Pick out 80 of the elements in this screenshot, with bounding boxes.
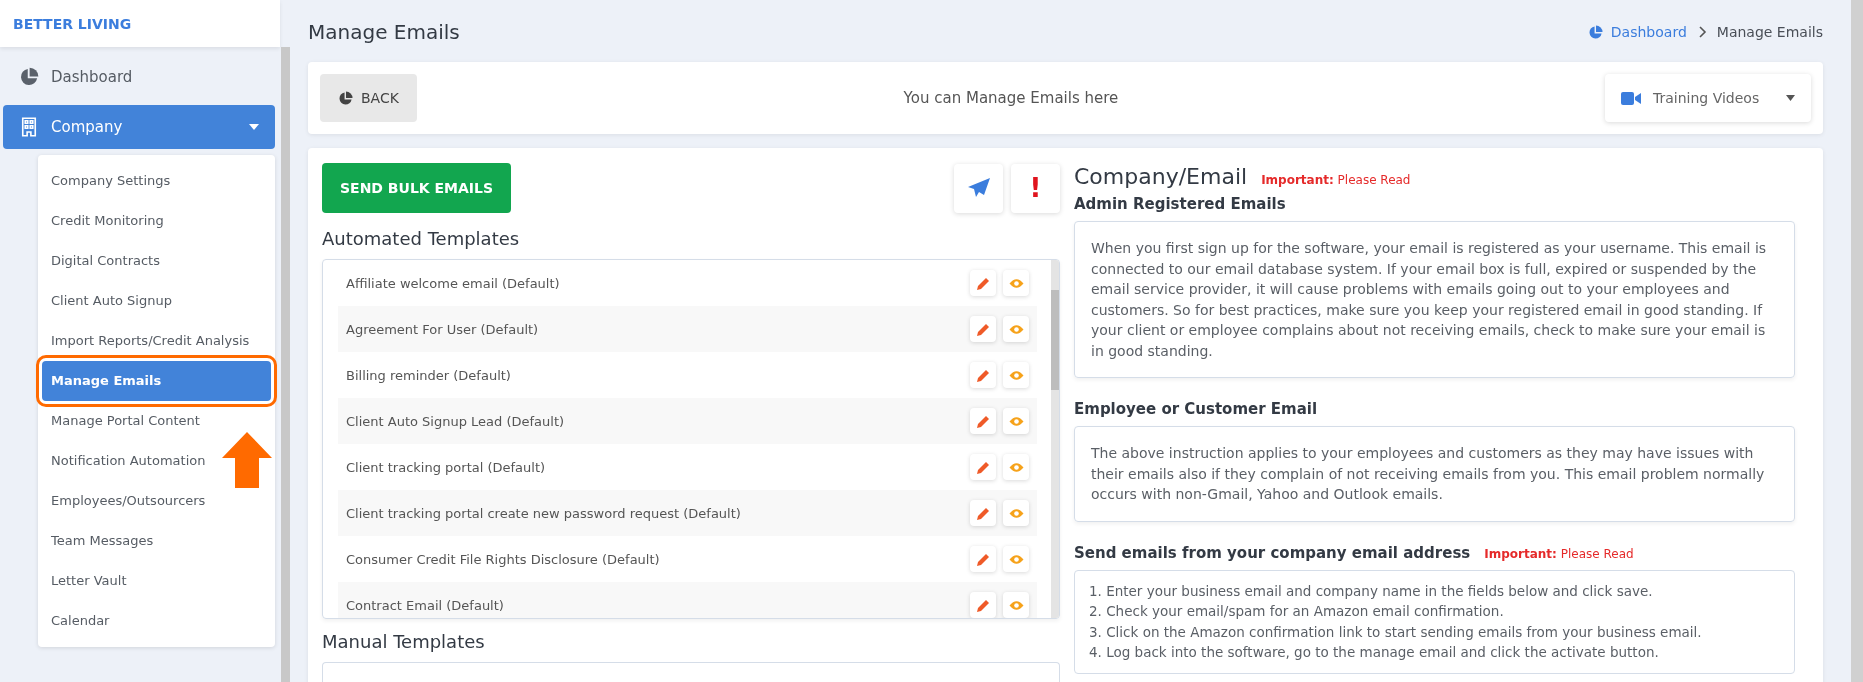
template-name: Contract Email (Default) — [346, 597, 505, 613]
template-name: Affiliate welcome email (Default) — [346, 275, 561, 291]
sidebar-item[interactable]: Dashboard — [3, 55, 275, 99]
paper-plane-icon — [967, 178, 990, 198]
pencil-icon — [975, 321, 991, 337]
pencil-icon — [975, 551, 991, 567]
pencil-icon — [975, 597, 991, 613]
edit-button[interactable] — [970, 408, 996, 434]
chevron-icon — [1696, 26, 1707, 38]
submenu-item[interactable]: Digital Contracts — [42, 241, 271, 281]
subsection-heading: Send emails from your company email address — [1074, 543, 1471, 562]
back-button[interactable]: BACK — [320, 74, 417, 122]
instruction-step: 3. Click on the Amazon confirmation link to start sending emails from your business email. — [1089, 621, 1780, 642]
arrow-icon — [222, 432, 272, 488]
section-heading: Automated Templates — [322, 228, 521, 249]
submenu-item[interactable]: Import Reports/Credit Analysis — [42, 321, 271, 361]
edit-button[interactable] — [970, 270, 996, 296]
template-name: Agreement For User (Default) — [346, 321, 540, 337]
edit-button[interactable] — [970, 500, 996, 526]
info-message: You can Manage Emails here — [902, 89, 1120, 107]
template-name: Client tracking portal create new password request (Default) — [346, 505, 742, 521]
view-button[interactable] — [1003, 362, 1029, 388]
brand-name[interactable]: BETTER LIVING — [13, 15, 132, 32]
sidebar-item[interactable]: Company — [3, 105, 275, 149]
info-text: When you first sign up for the software, your email is registered as your username. This email is connected to our email database system. If your email box is full, expired or suspended by the email service provider, it will cause problems with emails going out to your employees and customers. So for best practices, make sure you keep your registered email in good standing. If your client or employee complains about not receiving emails, check to make sure your email is in good standing. — [1074, 221, 1795, 378]
edit-button[interactable] — [970, 316, 996, 342]
important-note[interactable]: Important: Please Read — [1261, 173, 1411, 187]
view-button[interactable] — [1003, 408, 1029, 434]
view-button[interactable] — [1003, 500, 1029, 526]
subsection-heading: Admin Registered Emails — [1074, 195, 1286, 213]
edit-button[interactable] — [970, 362, 996, 388]
alert-button[interactable]: ! — [1011, 163, 1060, 213]
pencil-icon — [975, 413, 991, 429]
important-note[interactable]: Important: Please Read — [1484, 546, 1634, 561]
scrollbar[interactable] — [1051, 260, 1059, 618]
submenu-item[interactable]: Team Messages — [42, 521, 271, 561]
template-name: Consumer Credit File Rights Disclosure (Default) — [346, 551, 661, 567]
submenu-item[interactable]: Calendar — [42, 601, 271, 641]
section-heading: Manual Templates — [322, 631, 486, 652]
pie-chart-icon — [19, 67, 39, 87]
view-button[interactable] — [1003, 454, 1029, 480]
submenu-item[interactable]: Client Auto Signup — [42, 281, 271, 321]
template-name: Billing reminder (Default) — [346, 367, 512, 383]
view-button[interactable] — [1003, 546, 1029, 572]
section-title: Company/Email — [1074, 164, 1248, 189]
submenu-item[interactable]: Letter Vault — [42, 561, 271, 601]
pie-chart-icon — [338, 90, 353, 106]
breadcrumb-link[interactable]: Dashboard — [1587, 24, 1687, 40]
template-name: Client Auto Signup Lead (Default) — [346, 413, 566, 429]
view-button[interactable] — [1003, 592, 1029, 618]
instruction-step: 4. Log back into the software, go to the manage email and click the activate button. — [1089, 642, 1780, 663]
training-videos-dropdown[interactable]: Training Videos — [1605, 74, 1811, 122]
template-name: Client tracking portal (Default) — [346, 459, 547, 475]
submenu-item[interactable]: Employees/Outsourcers — [42, 481, 271, 521]
view-button[interactable] — [1003, 270, 1029, 296]
page-title: Manage Emails — [308, 20, 460, 44]
instruction-step: 2. Check your email/spam for an Amazon email confirmation. — [1089, 601, 1780, 622]
pencil-icon — [975, 275, 991, 291]
pie-chart-icon — [1587, 24, 1603, 40]
submenu-item[interactable]: Company Settings — [42, 161, 271, 201]
scrollbar[interactable] — [1851, 0, 1863, 682]
breadcrumb-current: Manage Emails — [1716, 24, 1823, 40]
building-icon — [19, 117, 39, 137]
subsection-heading: Employee or Customer Email — [1074, 400, 1318, 418]
submenu-item[interactable]: Manage Portal Content — [42, 401, 271, 441]
submenu-item[interactable]: Credit Monitoring — [42, 201, 271, 241]
instruction-step: 1. Enter your business email and company name in the fields below and click save. — [1089, 580, 1780, 601]
edit-button[interactable] — [970, 454, 996, 480]
video-camera-icon — [1621, 91, 1641, 105]
caret-icon — [1786, 95, 1795, 101]
pencil-icon — [975, 367, 991, 383]
view-button[interactable] — [1003, 316, 1029, 342]
scrollbar[interactable] — [281, 47, 290, 682]
info-text: The above instruction applies to your employees and customers as they may have issues with their emails also if they complain of not receiving emails from you. This email problem normally occurs with non-Gmail, Yahoo and Outlook emails. — [1074, 426, 1795, 522]
pencil-icon — [975, 505, 991, 521]
pencil-icon — [975, 459, 991, 475]
edit-button[interactable] — [970, 546, 996, 572]
submenu-item[interactable]: Notification Automation — [42, 441, 271, 481]
send-button[interactable] — [954, 163, 1003, 213]
edit-button[interactable] — [970, 592, 996, 618]
